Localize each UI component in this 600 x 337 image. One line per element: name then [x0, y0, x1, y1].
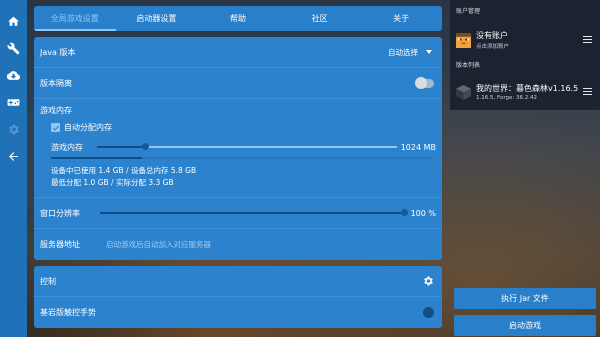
- main-content: 全局游戏设置 启动器设置 帮助 社区 关于 Java 版本 自动选择 版本隔离 …: [34, 6, 442, 328]
- list-icon[interactable]: [583, 36, 592, 44]
- gear-icon[interactable]: [422, 275, 434, 287]
- java-version-row[interactable]: Java 版本 自动选择: [34, 37, 442, 68]
- resolution-slider-thumb[interactable]: [401, 209, 408, 216]
- launch-game-button[interactable]: 启动游戏: [454, 315, 596, 336]
- tab-about[interactable]: 关于: [360, 6, 442, 31]
- version-block-icon: [456, 84, 471, 100]
- java-version-label: Java 版本: [40, 47, 76, 57]
- tab-global-settings[interactable]: 全局游戏设置: [34, 6, 116, 31]
- bedrock-touch-label: 基岩版触控手势: [40, 308, 96, 317]
- memory-value: 1024 MB: [400, 142, 436, 152]
- memory-slider-label: 游戏内存: [51, 142, 83, 152]
- server-address-input[interactable]: 启动游戏后自动加入对应服务器: [106, 239, 211, 250]
- chevron-down-icon[interactable]: [426, 50, 432, 54]
- tab-bar: 全局游戏设置 启动器设置 帮助 社区 关于: [34, 6, 442, 31]
- memory-slider-thumb[interactable]: [142, 143, 149, 150]
- server-address-row[interactable]: 服务器地址 启动游戏后自动加入对应服务器: [34, 229, 442, 260]
- bedrock-touch-row: 基岩版触控手势: [34, 297, 442, 328]
- tab-launcher-settings[interactable]: 启动器设置: [116, 6, 198, 31]
- bedrock-touch-toggle[interactable]: [423, 307, 434, 318]
- account-item[interactable]: 没有账户 点击添加账户: [456, 28, 596, 52]
- memory-title: 游戏内存: [40, 106, 72, 115]
- avatar: [456, 32, 471, 48]
- server-address-label: 服务器地址: [40, 240, 80, 249]
- controls-header-row: 控制: [34, 266, 442, 297]
- java-version-select[interactable]: 自动选择: [388, 47, 418, 58]
- memory-slider[interactable]: [97, 143, 397, 150]
- check-icon: [52, 125, 59, 130]
- version-isolation-toggle[interactable]: [415, 76, 434, 89]
- memory-usage-fill: [51, 157, 143, 159]
- wrench-icon[interactable]: [0, 35, 27, 62]
- memory-section: 游戏内存 自动分配内存 游戏内存 1024 MB 设备中已使用 1.4 GB /…: [34, 99, 442, 198]
- tab-community[interactable]: 社区: [279, 6, 361, 31]
- memory-info: 设备中已使用 1.4 GB / 设备总内存 5.8 GB 最低分配 1.0 GB…: [51, 165, 436, 189]
- resolution-row: 窗口分辨率 100 %: [34, 198, 442, 229]
- auto-memory-checkbox[interactable]: [51, 123, 60, 132]
- resolution-value: 100 %: [410, 208, 436, 218]
- gear-icon[interactable]: [0, 116, 27, 143]
- memory-alloc-text: 最低分配 1.0 GB / 实际分配 3.3 GB: [51, 178, 174, 187]
- account-name: 没有账户: [476, 31, 508, 40]
- controls-card: 控制 基岩版触控手势: [34, 266, 442, 328]
- resolution-label: 窗口分辨率: [40, 208, 80, 218]
- version-isolation-label: 版本隔离: [40, 78, 72, 88]
- version-isolation-row: 版本隔离: [34, 68, 442, 99]
- tab-help[interactable]: 帮助: [197, 6, 279, 31]
- version-section-title: 版本列表: [456, 62, 481, 69]
- version-detail: 1.16.5, Forge: 36.2.42: [476, 95, 537, 101]
- auto-memory-label: 自动分配内存: [64, 123, 112, 132]
- gamepad-icon[interactable]: [0, 89, 27, 116]
- account-section-title: 账户管理: [456, 8, 481, 15]
- run-jar-button[interactable]: 执行 Jar 文件: [454, 288, 596, 309]
- back-arrow-icon[interactable]: [0, 143, 27, 170]
- home-icon[interactable]: [0, 8, 27, 35]
- game-settings-card: Java 版本 自动选择 版本隔离 游戏内存 自动分配内存 游戏内存 1024 …: [34, 37, 442, 260]
- memory-slider-row: 游戏内存 1024 MB: [51, 141, 436, 153]
- right-panel: 账户管理 没有账户 点击添加账户 版本列表 我的世界：暮色森林v1.16.5 1…: [450, 0, 600, 337]
- account-hint: 点击添加账户: [476, 44, 510, 50]
- resolution-slider[interactable]: [100, 209, 408, 216]
- version-item[interactable]: 我的世界：暮色森林v1.16.5 1.16.5, Forge: 36.2.42: [456, 80, 596, 104]
- version-name: 我的世界：暮色森林v1.16.5: [476, 84, 579, 93]
- memory-usage-text: 设备中已使用 1.4 GB / 设备总内存 5.8 GB: [51, 166, 197, 175]
- cloud-download-icon[interactable]: [0, 62, 27, 89]
- nav-rail: [0, 0, 27, 337]
- list-icon[interactable]: [583, 88, 592, 96]
- auto-memory-option[interactable]: 自动分配内存: [51, 122, 436, 133]
- panel-top-section: 账户管理 没有账户 点击添加账户 版本列表 我的世界：暮色森林v1.16.5 1…: [450, 0, 600, 110]
- controls-title: 控制: [40, 276, 56, 286]
- memory-usage-bar: [51, 157, 432, 159]
